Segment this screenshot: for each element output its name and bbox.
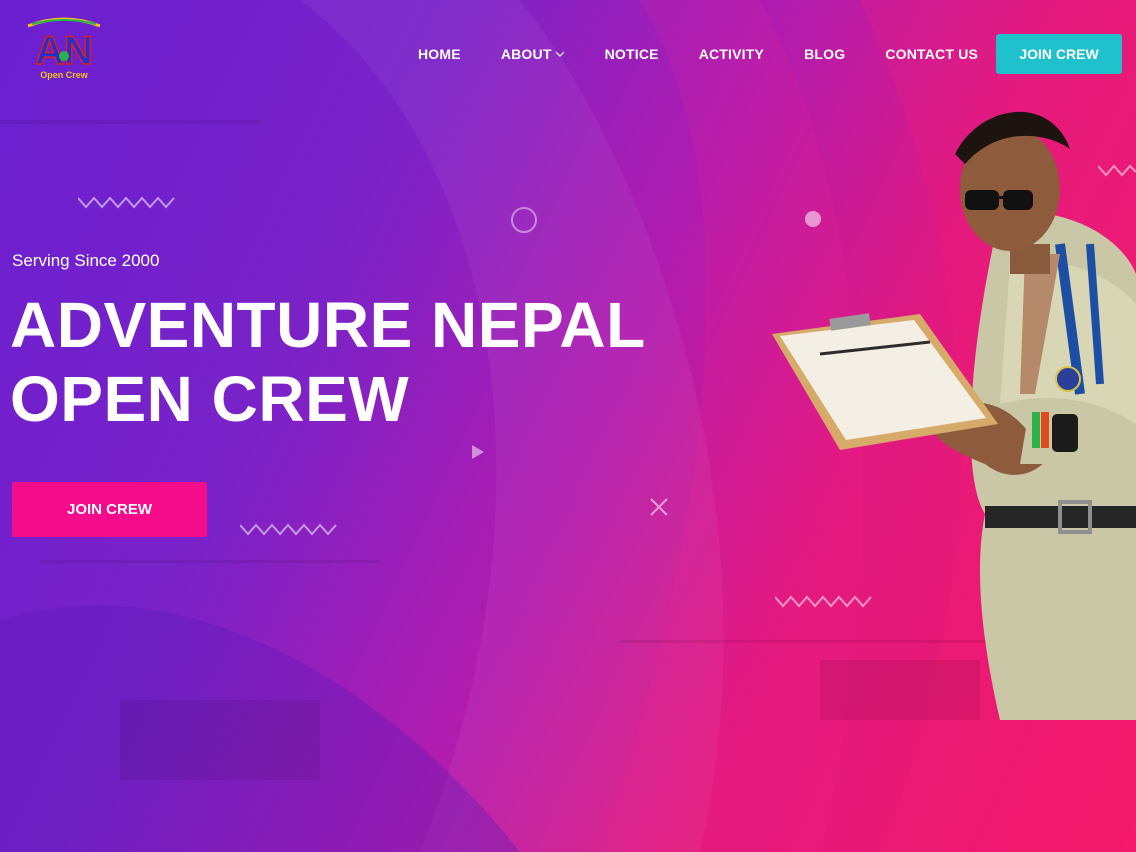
close-x-icon [650,498,668,516]
hero-tagline: Serving Since 2000 [12,251,160,270]
zigzag-icon [78,196,175,209]
scout-photo [772,111,1136,720]
chevron-down-icon [555,51,565,57]
hero-title: ADVENTURE NEPAL OPEN CREW [10,288,710,436]
nav-blog-label: BLOG [804,46,846,62]
nav-about[interactable]: ABOUT [501,46,565,62]
nav-notice-label: NOTICE [604,46,659,62]
join-crew-nav-button[interactable]: JOIN CREW [996,34,1122,74]
main-nav: HOME ABOUT NOTICE ACTIVITY BLOG CONTACT … [418,46,978,62]
site-logo[interactable]: AN Open Crew [22,16,106,82]
nav-blog[interactable]: BLOG [804,46,845,62]
join-crew-hero-button[interactable]: JOIN CREW [12,482,207,537]
nav-contact-us[interactable]: CONTACT US [885,46,978,62]
hero-title-line-2: OPEN CREW [10,363,410,435]
zigzag-icon [240,523,337,536]
nav-activity-label: ACTIVITY [698,46,765,62]
nav-home-label: HOME [418,46,461,62]
hero-title-line-1: ADVENTURE NEPAL [10,289,646,361]
nav-notice[interactable]: NOTICE [605,46,659,62]
circle-outline-icon [511,207,537,233]
logo-caption: Open Crew [40,70,89,80]
nav-about-label: ABOUT [500,46,552,62]
hero-section: AN Open Crew HOME ABOUT NOTICE ACTIVITY … [0,0,1136,852]
nav-activity[interactable]: ACTIVITY [699,46,764,62]
nav-contact-us-label: CONTACT US [885,46,979,62]
play-triangle-icon [472,445,484,459]
nav-home[interactable]: HOME [418,46,461,62]
